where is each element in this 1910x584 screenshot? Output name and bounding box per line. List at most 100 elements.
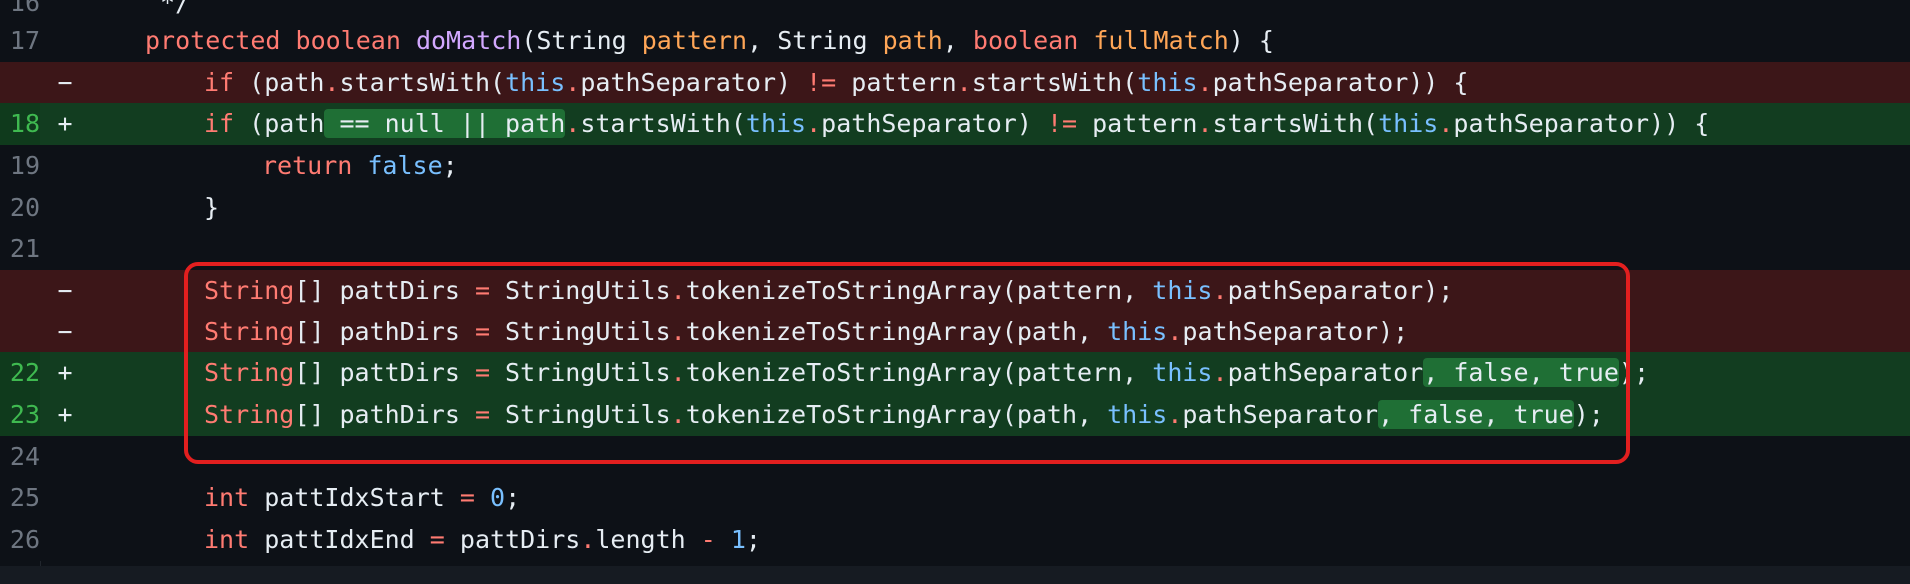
code-token: this	[505, 68, 566, 97]
code-token: boolean	[295, 26, 401, 55]
code-token: [] pattDirs	[294, 358, 475, 387]
code-token: 1	[730, 525, 746, 554]
code-token: .	[670, 400, 686, 429]
line-number: 17	[0, 20, 40, 62]
code-text: int pattIdxEnd = pattDirs.length - 1;	[204, 519, 761, 561]
code-token: .	[1212, 358, 1228, 387]
line-number	[0, 311, 40, 353]
code-token: .	[1197, 68, 1213, 97]
removed-marker: −	[57, 68, 73, 97]
code-token: pattern	[836, 68, 957, 97]
code-text: protected boolean doMatch(String pattern…	[145, 20, 1274, 62]
code-token: 0	[490, 483, 506, 512]
code-token: this	[1378, 109, 1439, 138]
line-number: 20	[0, 187, 40, 229]
diff-view: 16 */17 protected boolean doMatch(String …	[0, 0, 1910, 584]
code-token: startsWith(	[580, 109, 746, 138]
code-token: .	[1167, 400, 1183, 429]
code-text: return false;	[262, 145, 458, 187]
code-token: StringUtils	[490, 400, 671, 429]
code-token: if	[204, 68, 235, 97]
code-token: tokenizeToStringArray(path,	[685, 317, 1108, 346]
code-token: String	[204, 400, 295, 429]
code-token: pathSeparator)	[821, 109, 1047, 138]
code-text: int pattIdxStart = 0;	[204, 477, 520, 519]
code-text: if (path == null || path.startsWith(this…	[204, 103, 1709, 145]
code-token: );	[1618, 358, 1650, 387]
code-token: this	[1152, 358, 1213, 387]
code-token: pathSeparator)) {	[1453, 109, 1710, 138]
removed-marker: −	[57, 276, 73, 305]
code-token: ;	[505, 483, 521, 512]
code-text: String[] pattDirs = StringUtils.tokenize…	[204, 270, 1453, 312]
code-token: !=	[1046, 109, 1078, 138]
code-token: =	[474, 358, 490, 387]
code-token: (String	[521, 26, 642, 55]
code-token: ,	[942, 26, 973, 55]
code-token: String	[204, 358, 295, 387]
diff-line-del: − String[] pathDirs = StringUtils.tokeniz…	[0, 311, 1910, 353]
diff-line-add: 18 + if (path == null || path.startsWith(t…	[0, 103, 1910, 145]
code-token: -	[700, 525, 716, 554]
code-token: int	[204, 483, 250, 512]
code-token: this	[1107, 317, 1168, 346]
line-number: 24	[0, 436, 40, 478]
code-token: .	[956, 68, 972, 97]
changed-token: == null || path	[324, 109, 566, 138]
changed-token: , false, true	[1378, 400, 1574, 429]
diff-line-ctx: 19 return false;	[0, 145, 1910, 187]
code-token: [] pathDirs	[294, 317, 475, 346]
code-token: .	[1167, 317, 1183, 346]
removed-marker: −	[57, 317, 73, 346]
line-number: 25	[0, 477, 40, 519]
diff-line-ctx: 25 int pattIdxStart = 0;	[0, 477, 1910, 519]
code-token: pattern	[641, 26, 748, 55]
code-token: .	[1212, 276, 1228, 305]
code-token: if	[204, 109, 235, 138]
code-token: path	[882, 26, 943, 55]
diff-line-ctx: 26 int pattIdxEnd = pattDirs.length - 1;	[0, 519, 1910, 561]
code-token: String	[204, 276, 295, 305]
diff-line-ctx: 21	[0, 228, 1910, 270]
code-text: String[] pattDirs = StringUtils.tokenize…	[204, 352, 1649, 394]
code-token: startsWith(	[1212, 109, 1379, 138]
code-token: tokenizeToStringArray(path,	[685, 400, 1108, 429]
line-number: 26	[0, 519, 40, 561]
code-token: .	[670, 358, 686, 387]
code-token: startsWith(	[339, 68, 506, 97]
line-number: 23	[0, 394, 40, 436]
code-token: !=	[806, 68, 837, 97]
code-token: StringUtils	[490, 358, 671, 387]
code-token: =	[429, 525, 445, 554]
code-token: .	[565, 68, 581, 97]
code-token: pattDirs	[444, 525, 581, 554]
code-token: protected	[145, 26, 281, 55]
code-token: tokenizeToStringArray(pattern,	[685, 358, 1153, 387]
code-token: pathSeparator	[1182, 400, 1379, 429]
code-token: return	[262, 151, 353, 180]
code-token: .	[806, 109, 822, 138]
code-token: String	[204, 317, 295, 346]
code-token: =	[474, 276, 490, 305]
code-token: StringUtils	[490, 317, 671, 346]
code-token: (path	[234, 109, 325, 138]
code-token: startsWith(	[971, 68, 1138, 97]
code-token: .	[565, 109, 581, 138]
code-token: (path	[234, 68, 325, 97]
code-token: pathSeparator	[1227, 358, 1424, 387]
code-token: [] pathDirs	[294, 400, 475, 429]
added-marker: +	[57, 400, 73, 429]
diff-line-del: − String[] pattDirs = StringUtils.tokeniz…	[0, 270, 1910, 312]
code-token: this	[1152, 276, 1213, 305]
code-token: pattIdxEnd	[249, 525, 430, 554]
added-marker: +	[57, 358, 73, 387]
code-token: pathSeparator)) {	[1212, 68, 1469, 97]
code-token: pattIdxStart	[249, 483, 460, 512]
code-token: .	[324, 68, 340, 97]
